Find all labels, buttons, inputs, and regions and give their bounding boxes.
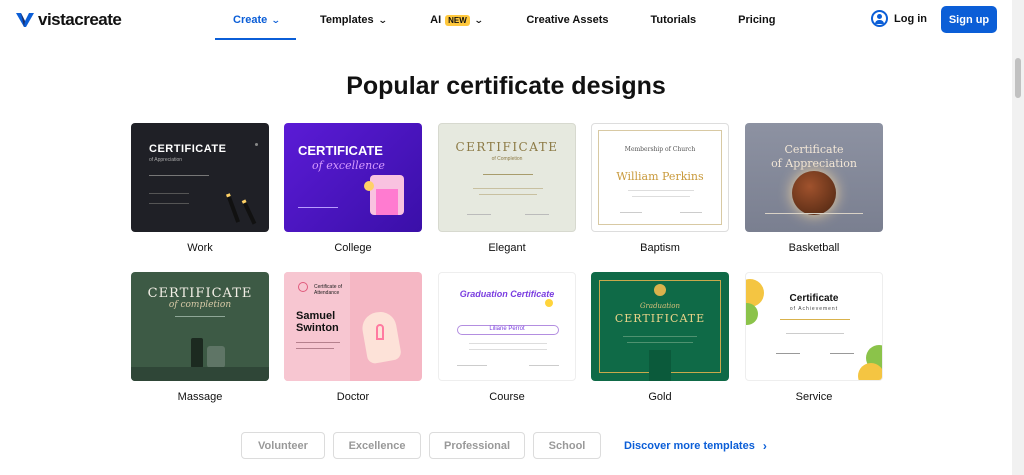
template-card-basketball[interactable]: Certificate of Appreciation Basketball bbox=[745, 123, 883, 254]
template-card-label: Massage bbox=[177, 391, 223, 403]
vistacreate-logo-icon bbox=[16, 13, 34, 27]
nav-templates[interactable]: Templates ⌄ bbox=[320, 0, 388, 40]
template-card-massage[interactable]: CERTIFICATE of completion Massage bbox=[131, 272, 269, 403]
template-card-label: Work bbox=[187, 242, 213, 254]
template-card-doctor[interactable]: Certificate of Attendance Samuel Swinton… bbox=[284, 272, 422, 403]
template-card-label: Course bbox=[489, 391, 525, 403]
main-nav: Create ⌄ Templates ⌄ AI NEW ⌄ Creative A… bbox=[215, 0, 775, 40]
nav-pricing[interactable]: Pricing bbox=[738, 0, 775, 40]
logo-text: vistacreate bbox=[38, 10, 122, 29]
chevron-down-icon: ⌄ bbox=[271, 14, 281, 25]
chevron-down-icon: ⌄ bbox=[377, 14, 388, 25]
template-card-work[interactable]: CERTIFICATE of Appreciation Work bbox=[131, 123, 269, 254]
signup-button[interactable]: Sign up bbox=[941, 6, 997, 33]
nav-ai[interactable]: AI NEW ⌄ bbox=[430, 0, 484, 40]
new-badge: NEW bbox=[445, 14, 470, 26]
thumb-title: CERTIFICATE bbox=[298, 143, 383, 158]
template-thumbnail[interactable]: Membership of Church William Perkins bbox=[591, 123, 729, 232]
vistacreate-logo[interactable]: vistacreate bbox=[16, 10, 122, 30]
template-card-label: Basketball bbox=[788, 242, 840, 254]
nav-tutorials-label: Tutorials bbox=[650, 14, 697, 26]
thumb-title: Certificate bbox=[784, 143, 844, 156]
template-card-label: Doctor bbox=[336, 391, 370, 403]
template-thumbnail[interactable]: Graduation CERTIFICATE bbox=[591, 272, 729, 381]
template-thumbnail[interactable]: CERTIFICATE of Appreciation bbox=[131, 123, 269, 232]
thumb-title: CERTIFICATE bbox=[614, 312, 706, 325]
scrollbar-thumb[interactable] bbox=[1015, 58, 1021, 98]
template-card-service[interactable]: Certificate of Achievement Service bbox=[745, 272, 883, 403]
template-card-elegant[interactable]: CERTIFICATE of Completion Elegant bbox=[438, 123, 576, 254]
thumb-subtitle: Certificate of Attendance bbox=[314, 284, 343, 296]
template-thumbnail[interactable]: Certificate of Attendance Samuel Swinton bbox=[284, 272, 422, 381]
tag-school[interactable]: School bbox=[533, 432, 601, 459]
template-card-gold[interactable]: Graduation CERTIFICATE Gold bbox=[591, 272, 729, 403]
thumb-subtitle: of Appreciation bbox=[149, 157, 183, 163]
thumb-subtitle: of Achievement bbox=[789, 306, 839, 312]
template-card-college[interactable]: CERTIFICATE of excellence College bbox=[284, 123, 422, 254]
template-card-label: Gold bbox=[648, 391, 672, 403]
thumb-title: CERTIFICATE bbox=[147, 286, 253, 301]
login-link[interactable]: Log in bbox=[871, 10, 927, 27]
nav-create-label: Create bbox=[233, 14, 268, 26]
nav-ai-label: AI bbox=[430, 14, 442, 26]
thumb-title: CERTIFICATE bbox=[149, 143, 227, 155]
nav-pricing-label: Pricing bbox=[738, 14, 776, 26]
top-navigation-bar: vistacreate Create ⌄ Templates ⌄ AI NEW … bbox=[0, 0, 1012, 40]
template-thumbnail[interactable]: CERTIFICATE of Completion bbox=[438, 123, 576, 232]
thumb-subtitle: of completion bbox=[168, 300, 232, 310]
chevron-right-icon: › bbox=[762, 439, 767, 453]
thumb-title: Certificate bbox=[789, 293, 839, 304]
template-thumbnail[interactable]: CERTIFICATE of completion bbox=[131, 272, 269, 381]
thumb-title: Graduation Certificate bbox=[459, 289, 555, 299]
nav-creative-assets-label: Creative Assets bbox=[526, 14, 609, 26]
nav-tutorials[interactable]: Tutorials bbox=[651, 0, 697, 40]
nav-templates-label: Templates bbox=[320, 14, 374, 26]
section-title: Popular certificate designs bbox=[346, 72, 666, 100]
template-card-label: Elegant bbox=[488, 242, 526, 254]
tag-volunteer[interactable]: Volunteer bbox=[241, 432, 325, 459]
template-card-label: College bbox=[334, 242, 372, 254]
tag-excellence[interactable]: Excellence bbox=[333, 432, 421, 459]
discover-more-label: Discover more templates bbox=[624, 440, 755, 452]
template-card-label: Service bbox=[795, 391, 833, 403]
nav-creative-assets[interactable]: Creative Assets bbox=[526, 0, 608, 40]
thumb-subtitle: of Appreciation bbox=[771, 157, 857, 170]
nav-create[interactable]: Create ⌄ bbox=[215, 0, 296, 40]
thumb-title: CERTIFICATE bbox=[455, 140, 559, 154]
login-label: Log in bbox=[894, 12, 927, 25]
template-thumbnail[interactable]: Certificate of Achievement bbox=[745, 272, 883, 381]
thumb-subtitle: of Completion bbox=[491, 156, 523, 162]
tag-professional[interactable]: Professional bbox=[429, 432, 525, 459]
user-icon bbox=[871, 10, 888, 27]
template-thumbnail[interactable]: Graduation Certificate Liliane Perrot bbox=[438, 272, 576, 381]
chevron-down-icon: ⌄ bbox=[473, 14, 484, 25]
thumb-subtitle: Liliane Perrot bbox=[489, 326, 525, 332]
thumb-subtitle: Graduation bbox=[639, 302, 681, 310]
thumb-subtitle: William Perkins bbox=[616, 170, 704, 183]
scrollbar[interactable] bbox=[1012, 0, 1024, 475]
discover-more-link[interactable]: Discover more templates › bbox=[624, 439, 767, 453]
template-thumbnail[interactable]: CERTIFICATE of excellence bbox=[284, 123, 422, 232]
template-card-course[interactable]: Graduation Certificate Liliane Perrot Co… bbox=[438, 272, 576, 403]
template-thumbnail[interactable]: Certificate of Appreciation bbox=[745, 123, 883, 232]
thumb-subtitle: of excellence bbox=[312, 159, 385, 172]
template-card-baptism[interactable]: Membership of Church William Perkins Bap… bbox=[591, 123, 729, 254]
category-tags: Volunteer Excellence Professional School bbox=[241, 432, 601, 459]
template-card-label: Baptism bbox=[640, 242, 680, 254]
thumb-title: Membership of Church bbox=[624, 146, 696, 153]
thumb-title: Samuel Swinton bbox=[296, 310, 339, 334]
